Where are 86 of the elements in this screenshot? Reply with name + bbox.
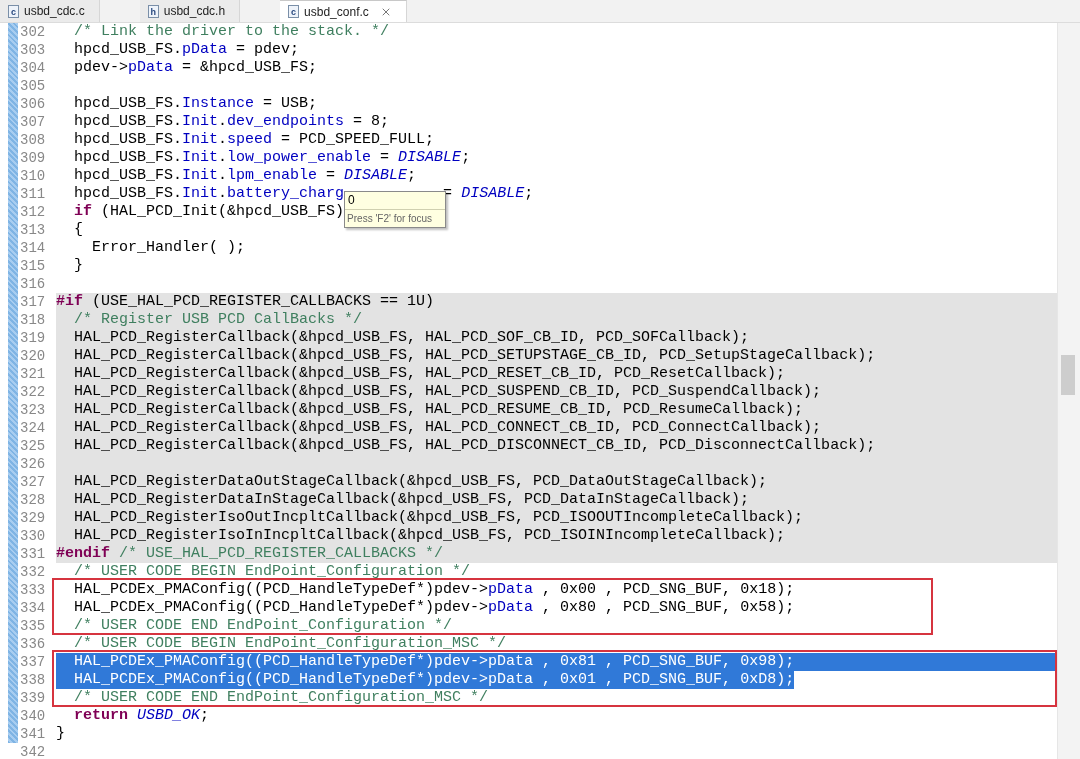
line-number: 327 <box>20 473 46 491</box>
tooltip-value: 0 <box>345 192 446 210</box>
file-icon: c <box>8 4 19 18</box>
line-number: 306 <box>20 95 46 113</box>
line-number: 302 <box>20 23 46 41</box>
line-number: 311 <box>20 185 46 203</box>
line-number: 330 <box>20 527 46 545</box>
line-number: 303 <box>20 41 46 59</box>
code-line: return USBD_OK; <box>73 707 210 725</box>
line-number: 310 <box>20 167 46 185</box>
line-number: 317 <box>20 293 46 311</box>
code-line: hpcd_USB_FS.Init.lpm_enable = DISABLE; <box>73 167 417 185</box>
line-number: 328 <box>20 491 46 509</box>
line-number: 331 <box>20 545 46 563</box>
file-tab[interactable]: h usbd_cdc.h <box>139 0 241 22</box>
line-number: 313 <box>20 221 46 239</box>
line-number: 314 <box>20 239 46 257</box>
scrollbar-thumb[interactable] <box>1061 355 1075 395</box>
code-line: if (HAL_PCD_Init(&hpcd_USB_FS) <box>73 203 345 221</box>
code-line: HAL_PCD_RegisterCallback(&hpcd_USB_FS, HAL_PCD_SETUPSTAGE_CB_ID, PCD_SetupStageCallback); <box>73 347 876 365</box>
code-line: pdev->pData = &hpcd_USB_FS; <box>73 59 318 77</box>
file-tab[interactable]: c usbd_conf.c <box>280 0 407 22</box>
code-line: Error_Handler( ); <box>91 239 246 257</box>
line-number: 304 <box>20 59 46 77</box>
line-number: 340 <box>20 707 46 725</box>
line-number: 315 <box>20 257 46 275</box>
line-number: 318 <box>20 311 46 329</box>
code-line: HAL_PCD_RegisterDataOutStageCallback(&hpcd_USB_FS, PCD_DataOutStageCallback); <box>73 473 768 491</box>
line-number: 320 <box>20 347 46 365</box>
code-line: HAL_PCD_RegisterCallback(&hpcd_USB_FS, HAL_PCD_SUSPEND_CB_ID, PCD_SuspendCallback); <box>73 383 822 401</box>
line-number: 341 <box>20 725 46 743</box>
code-line: HAL_PCD_RegisterCallback(&hpcd_USB_FS, HAL_PCD_SOF_CB_ID, PCD_SOFCallback); <box>73 329 750 347</box>
line-number: 335 <box>20 617 46 635</box>
code-line: { <box>73 221 83 239</box>
line-number: 324 <box>20 419 46 437</box>
line-number: 338 <box>20 671 46 689</box>
line-number: 339 <box>20 689 46 707</box>
line-number: 307 <box>20 113 46 131</box>
code-line: HAL_PCDEx_PMAConfig((PCD_HandleTypeDef*)pdev->pData , 0x80 , PCD_SNG_BUF, 0x58); <box>73 599 795 617</box>
line-number: 319 <box>20 329 46 347</box>
line-number: 323 <box>20 401 46 419</box>
line-number: 334 <box>20 599 46 617</box>
code-line: /* USER CODE END EndPoint_Configuration */ <box>73 617 453 635</box>
code-line: HAL_PCD_RegisterIsoInIncpltCallback(&hpcd_USB_FS, PCD_ISOINIncompleteCallback); <box>73 527 786 545</box>
line-number: 329 <box>20 509 46 527</box>
code-line: } <box>56 725 65 743</box>
code-line: #endif /* USE_HAL_PCD_REGISTER_CALLBACKS */ <box>56 545 444 563</box>
code-line: HAL_PCD_RegisterCallback(&hpcd_USB_FS, HAL_PCD_RESUME_CB_ID, PCD_ResumeCallback); <box>73 401 804 419</box>
code-line: HAL_PCD_RegisterDataInStageCallback(&hpcd_USB_FS, PCD_DataInStageCallback); <box>73 491 750 509</box>
code-line: #if (USE_HAL_PCD_REGISTER_CALLBACKS == 1U) <box>56 293 435 311</box>
line-number: 342 <box>20 743 46 759</box>
line-number: 332 <box>20 563 46 581</box>
code-line: } <box>73 257 83 275</box>
code-line: /* USER CODE BEGIN EndPoint_Configuration */ <box>73 563 471 581</box>
code-line: HAL_PCD_RegisterCallback(&hpcd_USB_FS, HAL_PCD_CONNECT_CB_ID, PCD_ConnectCallback); <box>73 419 822 437</box>
code-line: hpcd_USB_FS.Instance = USB; <box>73 95 318 113</box>
line-number: 321 <box>20 365 46 383</box>
code-line: HAL_PCDEx_PMAConfig((PCD_HandleTypeDef*)pdev->pData , 0x00 , PCD_SNG_BUF, 0x18); <box>73 581 795 599</box>
line-number: 312 <box>20 203 46 221</box>
line-number: 305 <box>20 77 46 95</box>
code-line: HAL_PCD_RegisterCallback(&hpcd_USB_FS, HAL_PCD_DISCONNECT_CB_ID, PCD_DisconnectCallback); <box>73 437 876 455</box>
code-line: /* USER CODE END EndPoint_Configuration_MSC */ <box>73 689 489 707</box>
line-number: 309 <box>20 149 46 167</box>
line-number: 322 <box>20 383 46 401</box>
line-number: 337 <box>20 653 46 671</box>
line-number: 308 <box>20 131 46 149</box>
file-icon: c <box>288 5 300 18</box>
line-number: 333 <box>20 581 46 599</box>
code-line: hpcd_USB_FS.Init.low_power_enable = DISABLE; <box>73 149 471 167</box>
tooltip-hint: Press 'F2' for focus <box>346 212 434 226</box>
code-line: hpcd_USB_FS.pData = pdev; <box>73 41 300 59</box>
line-number: 325 <box>20 437 46 455</box>
code-line: HAL_PCD_RegisterCallback(&hpcd_USB_FS, HAL_PCD_RESET_CB_ID, PCD_ResetCallback); <box>73 365 786 383</box>
code-line: hpcd_USB_FS.Init.dev_endpoints = 8; <box>73 113 390 131</box>
file-tab[interactable]: c usbd_cdc.c <box>0 0 100 22</box>
line-number: 326 <box>20 455 46 473</box>
line-number: 316 <box>20 275 46 293</box>
code-line: /* Register USB PCD CallBacks */ <box>73 311 363 329</box>
code-line: /* USER CODE BEGIN EndPoint_Configuration_MSC */ <box>73 635 507 653</box>
line-number: 336 <box>20 635 46 653</box>
code-line: hpcd_USB_FS.Init.speed = PCD_SPEED_FULL; <box>73 131 435 149</box>
scrollbar[interactable] <box>1057 23 1080 759</box>
code-line: /* Link the driver to the stack. */ <box>73 23 390 41</box>
file-icon: h <box>147 4 159 18</box>
code-line: hpcd_USB_FS.Init.battery_charg <box>73 185 345 203</box>
code-line: HAL_PCD_RegisterIsoOutIncpltCallback(&hpcd_USB_FS, PCD_ISOOUTIncompleteCallback); <box>73 509 804 527</box>
